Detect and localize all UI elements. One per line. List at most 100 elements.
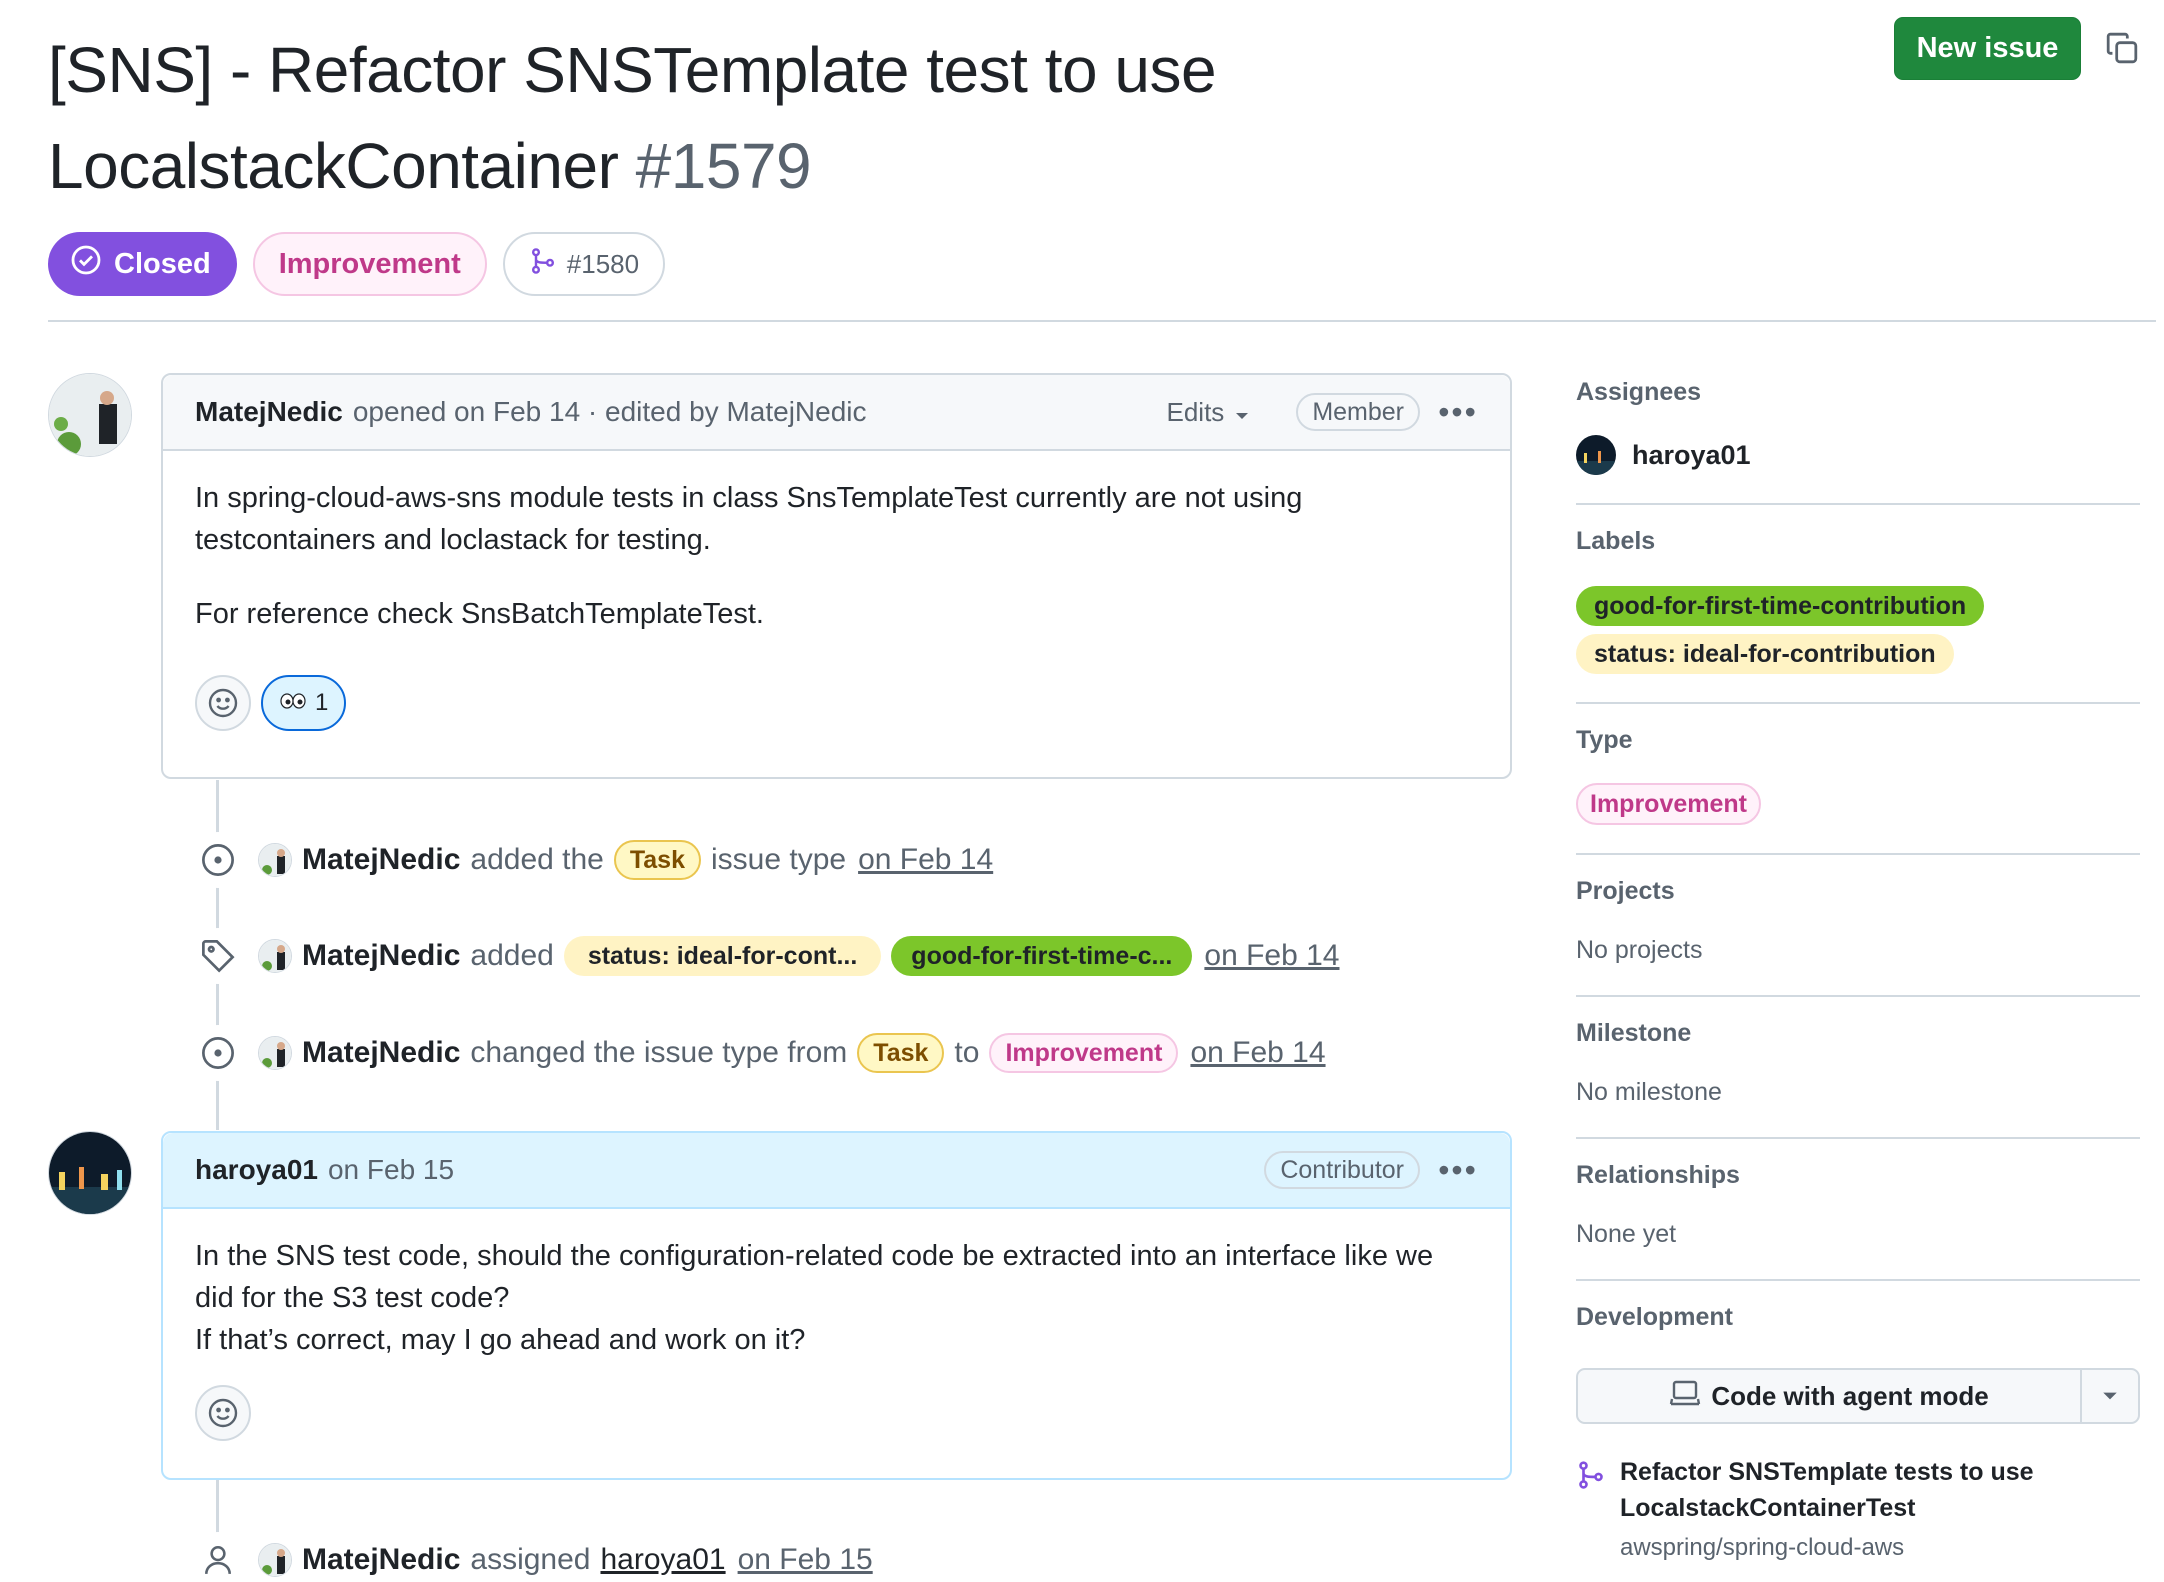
label-status-ideal[interactable]: status: ideal-for-contribution (1576, 634, 1954, 674)
header-divider (48, 320, 2156, 322)
assignee-name: haroya01 (1632, 439, 1751, 470)
event-author[interactable]: MatejNedic (302, 1543, 460, 1577)
comment-paragraph: If that’s correct, may I go ahead and wo… (195, 1324, 806, 1356)
linked-pr-repo: awspring/spring-cloud-aws (1620, 1534, 1905, 1561)
author-role-badge: Member (1296, 393, 1420, 431)
reactions (195, 1385, 1478, 1441)
issue-body-comment: MatejNedic opened on Feb 14 · edited by … (161, 373, 1512, 779)
person-icon (190, 1532, 246, 1582)
issue-type-chip[interactable]: Improvement (989, 1033, 1179, 1073)
agent-dropdown-caret-icon[interactable] (2082, 1370, 2138, 1422)
event-text: assigned (470, 1543, 591, 1576)
event-author[interactable]: MatejNedic (302, 939, 460, 973)
linked-pr-title[interactable]: Refactor SNSTemplate tests to use Locals… (1620, 1454, 2140, 1526)
comment-paragraph: In spring-cloud-aws-sns module tests in … (195, 482, 1303, 556)
issue-type-badge[interactable]: Improvement (252, 232, 487, 296)
avatar[interactable] (258, 843, 292, 877)
projects-section: Projects No projects (1576, 855, 2140, 997)
projects-heading[interactable]: Projects (1576, 877, 2140, 906)
event-author[interactable]: MatejNedic (302, 843, 460, 877)
issue-type-chip[interactable]: Task (613, 840, 701, 880)
issue-number: #1579 (635, 130, 812, 202)
comment-header: haroya01 on Feb 15 Contributor ••• (163, 1133, 1510, 1209)
reply-comment: haroya01 on Feb 15 Contributor ••• In th… (161, 1131, 1512, 1480)
eyes-icon (279, 682, 307, 724)
assigned-user-link[interactable]: haroya01 (600, 1543, 725, 1577)
status-badge-label: Closed (114, 247, 211, 280)
linked-pr-number: #1580 (566, 248, 640, 279)
issue-sidebar: Assignees haroya01 Labels good-for-first… (1576, 360, 2140, 1562)
agent-mode-split-button: Code with agent mode (1576, 1368, 2140, 1424)
event-author[interactable]: MatejNedic (302, 1036, 460, 1070)
comment-author[interactable]: MatejNedic (195, 396, 343, 428)
comment-author[interactable]: haroya01 (195, 1154, 318, 1186)
assignee-item[interactable]: haroya01 (1576, 435, 2140, 475)
relationships-heading[interactable]: Relationships (1576, 1161, 2140, 1190)
issue-badges: Closed Improvement #1580 (48, 232, 666, 296)
event-text: changed the issue type from (470, 1036, 848, 1069)
avatar[interactable] (258, 939, 292, 973)
add-reaction-button[interactable] (195, 1385, 251, 1441)
avatar (1576, 435, 1616, 475)
tag-icon (190, 928, 246, 984)
more-options-icon[interactable]: ••• (1438, 394, 1478, 431)
more-options-icon[interactable]: ••• (1438, 1152, 1478, 1189)
milestone-value: No milestone (1576, 1078, 1722, 1106)
timeline-event: MatejNedic added status: ideal-for-cont.… (190, 928, 1340, 984)
comment-body: In the SNS test code, should the configu… (163, 1209, 1510, 1471)
event-date-link[interactable]: on Feb 15 (738, 1543, 873, 1577)
labels-heading[interactable]: Labels (1576, 527, 2140, 556)
label-good-first-time[interactable]: good-for-first-time-contribution (1576, 586, 1985, 626)
labels-section: Labels good-for-first-time-contribution … (1576, 505, 2140, 704)
pull-request-icon (1576, 1454, 1606, 1562)
event-date-link[interactable]: on Feb 14 (1190, 1036, 1325, 1070)
comment-meta[interactable]: on Feb 15 (328, 1154, 454, 1186)
issue-title: [SNS] - Refactor SNSTemplate test to use… (48, 22, 1268, 214)
comment-body: In spring-cloud-aws-sns module tests in … (163, 451, 1510, 761)
edits-label: Edits (1166, 396, 1225, 427)
edits-dropdown[interactable]: Edits (1167, 397, 1251, 428)
pull-request-icon (529, 247, 557, 282)
linked-pr-badge[interactable]: #1580 (502, 232, 666, 296)
comment-header: MatejNedic opened on Feb 14 · edited by … (163, 375, 1510, 451)
issue-type-event-icon (190, 832, 246, 888)
assignees-section: Assignees haroya01 (1576, 360, 2140, 505)
issue-title-block: [SNS] - Refactor SNSTemplate test to use… (48, 22, 1268, 214)
avatar[interactable] (258, 1036, 292, 1070)
linked-pull-request[interactable]: Refactor SNSTemplate tests to use Locals… (1576, 1454, 2140, 1562)
caret-down-icon (1234, 397, 1250, 428)
label-chip-good-first[interactable]: good-for-first-time-c... (891, 936, 1193, 976)
comment-meta: opened on Feb 14 · edited by MatejNedic (352, 396, 867, 427)
milestone-section: Milestone No milestone (1576, 997, 2140, 1139)
relationships-value: None yet (1576, 1220, 1677, 1248)
eyes-reaction-button[interactable]: 1 (261, 675, 347, 731)
check-circle-icon (70, 244, 102, 284)
new-issue-button[interactable]: New issue (1894, 17, 2081, 80)
avatar[interactable] (48, 1131, 132, 1215)
development-section: Development Code with agent mode Refacto… (1576, 1281, 2140, 1562)
code-with-agent-button[interactable]: Code with agent mode (1578, 1370, 2082, 1422)
milestone-heading[interactable]: Milestone (1576, 1019, 2140, 1048)
event-text: issue type (711, 843, 847, 876)
label-chip-status[interactable]: status: ideal-for-cont... (563, 936, 882, 976)
event-date-link[interactable]: on Feb 14 (858, 843, 993, 877)
event-date-link[interactable]: on Feb 14 (1204, 939, 1339, 973)
issue-type-chip[interactable]: Task (857, 1033, 945, 1073)
avatar[interactable] (48, 373, 132, 457)
event-text: to (954, 1036, 980, 1069)
type-heading[interactable]: Type (1576, 726, 2140, 755)
relationships-section: Relationships None yet (1576, 1139, 2140, 1281)
avatar[interactable] (258, 1543, 292, 1577)
smiley-icon (208, 1398, 238, 1428)
reaction-count: 1 (315, 689, 329, 716)
type-chip[interactable]: Improvement (1576, 783, 1761, 825)
smiley-icon (208, 688, 238, 718)
type-section: Type Improvement (1576, 704, 2140, 855)
author-role-badge: Contributor (1264, 1151, 1420, 1189)
timeline-event: MatejNedic assigned haroya01 on Feb 15 (190, 1532, 873, 1582)
reactions: 1 (195, 675, 1478, 731)
copy-link-icon[interactable] (2102, 28, 2142, 68)
event-text: added the (470, 843, 604, 876)
add-reaction-button[interactable] (195, 675, 251, 731)
assignees-heading[interactable]: Assignees (1576, 378, 2140, 407)
